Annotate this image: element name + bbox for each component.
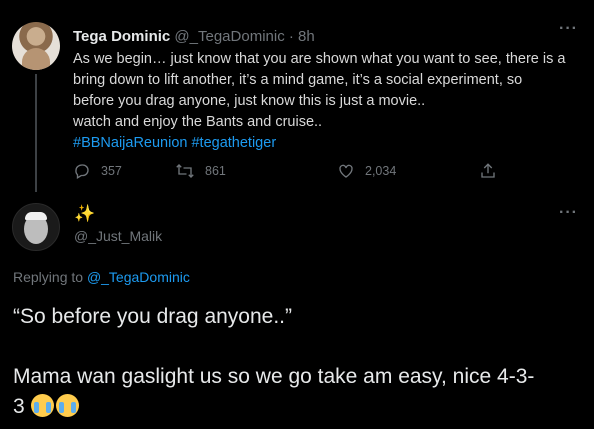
reply-count: 357 — [101, 164, 122, 178]
reply-icon — [75, 164, 89, 179]
like-count: 2,034 — [365, 164, 397, 178]
reply-line-last: 3 — [13, 392, 583, 422]
like-icon — [339, 164, 353, 178]
tweet-line: bring down to lift another, it’s a mind … — [73, 72, 523, 88]
tweet-actions: 357 861 2,034 — [73, 162, 513, 182]
reply-text: “So before you drag anyone..” Mama wan g… — [13, 302, 583, 422]
reply-quote: “So before you drag anyone..” — [13, 305, 293, 328]
retweet-icon — [176, 164, 194, 178]
avatar[interactable] — [12, 22, 60, 70]
reply-line-end: 3 — [13, 395, 25, 418]
replying-prefix: Replying to — [13, 269, 84, 285]
hashtags[interactable]: #BBNaijaReunion #tegathetiger — [73, 133, 583, 154]
tweet-line: before you drag anyone, just know this i… — [73, 93, 426, 109]
reply-line: Mama wan gaslight us so we go take am ea… — [13, 365, 535, 388]
tweet-text: As we begin… just know that you are show… — [73, 49, 583, 154]
avatar-cap — [25, 212, 47, 220]
author-name[interactable]: Tega Dominic — [73, 28, 170, 45]
more-icon[interactable]: ··· — [559, 20, 578, 38]
tweet-line: watch and enjoy the Bants and cruise.. — [73, 114, 323, 130]
retweet-button[interactable]: 861 — [175, 162, 226, 180]
crying-face-icon — [55, 394, 79, 417]
tweet-header: Tega Dominic @_TegaDominic · 8h — [73, 28, 315, 45]
reply-avatar[interactable] — [12, 203, 60, 251]
reply-display-name[interactable]: ✨ — [74, 204, 95, 224]
retweet-count: 861 — [205, 164, 226, 178]
reply-handle[interactable]: @_Just_Malik — [74, 228, 162, 244]
share-icon — [481, 163, 495, 178]
avatar-figure — [22, 48, 50, 70]
share-button[interactable] — [479, 162, 497, 180]
like-button[interactable]: 2,034 — [337, 162, 396, 180]
author-meta[interactable]: @_TegaDominic · 8h — [174, 28, 314, 45]
replying-mention[interactable]: @_TegaDominic — [87, 269, 190, 285]
thread-connector — [35, 74, 37, 192]
replying-to: Replying to @_TegaDominic — [13, 269, 190, 285]
tweet-line: As we begin… just know that you are show… — [73, 51, 566, 67]
reply-button[interactable]: 357 — [73, 162, 122, 180]
more-icon[interactable]: ··· — [559, 204, 578, 222]
crying-face-icon — [30, 394, 54, 417]
